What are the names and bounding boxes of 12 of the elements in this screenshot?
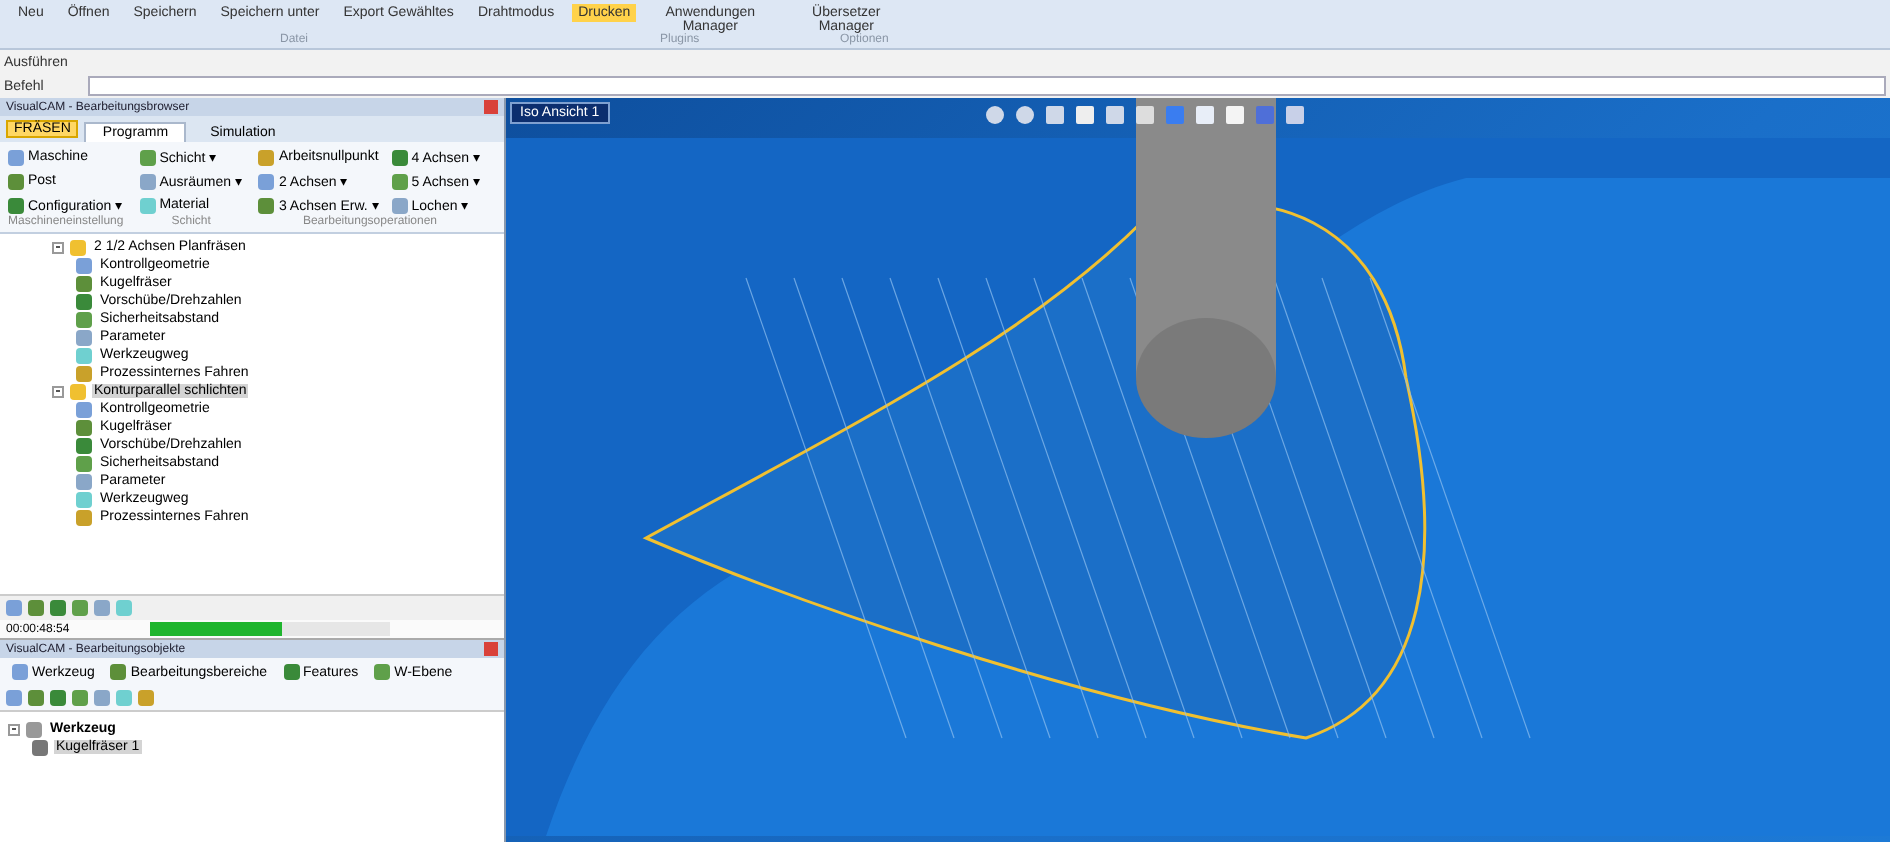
expander-icon[interactable] xyxy=(52,241,64,253)
expander-icon[interactable] xyxy=(8,723,20,735)
folder-icon xyxy=(70,383,86,399)
expander-icon[interactable] xyxy=(52,385,64,397)
tab-icon xyxy=(110,664,127,680)
tab-icon xyxy=(283,664,299,680)
tab-icon xyxy=(374,664,391,680)
command-field[interactable] xyxy=(87,76,1886,96)
close-icon[interactable] xyxy=(484,100,498,114)
close-icon[interactable] xyxy=(484,642,498,656)
folder-icon xyxy=(70,239,86,255)
tab-icon xyxy=(12,664,28,680)
